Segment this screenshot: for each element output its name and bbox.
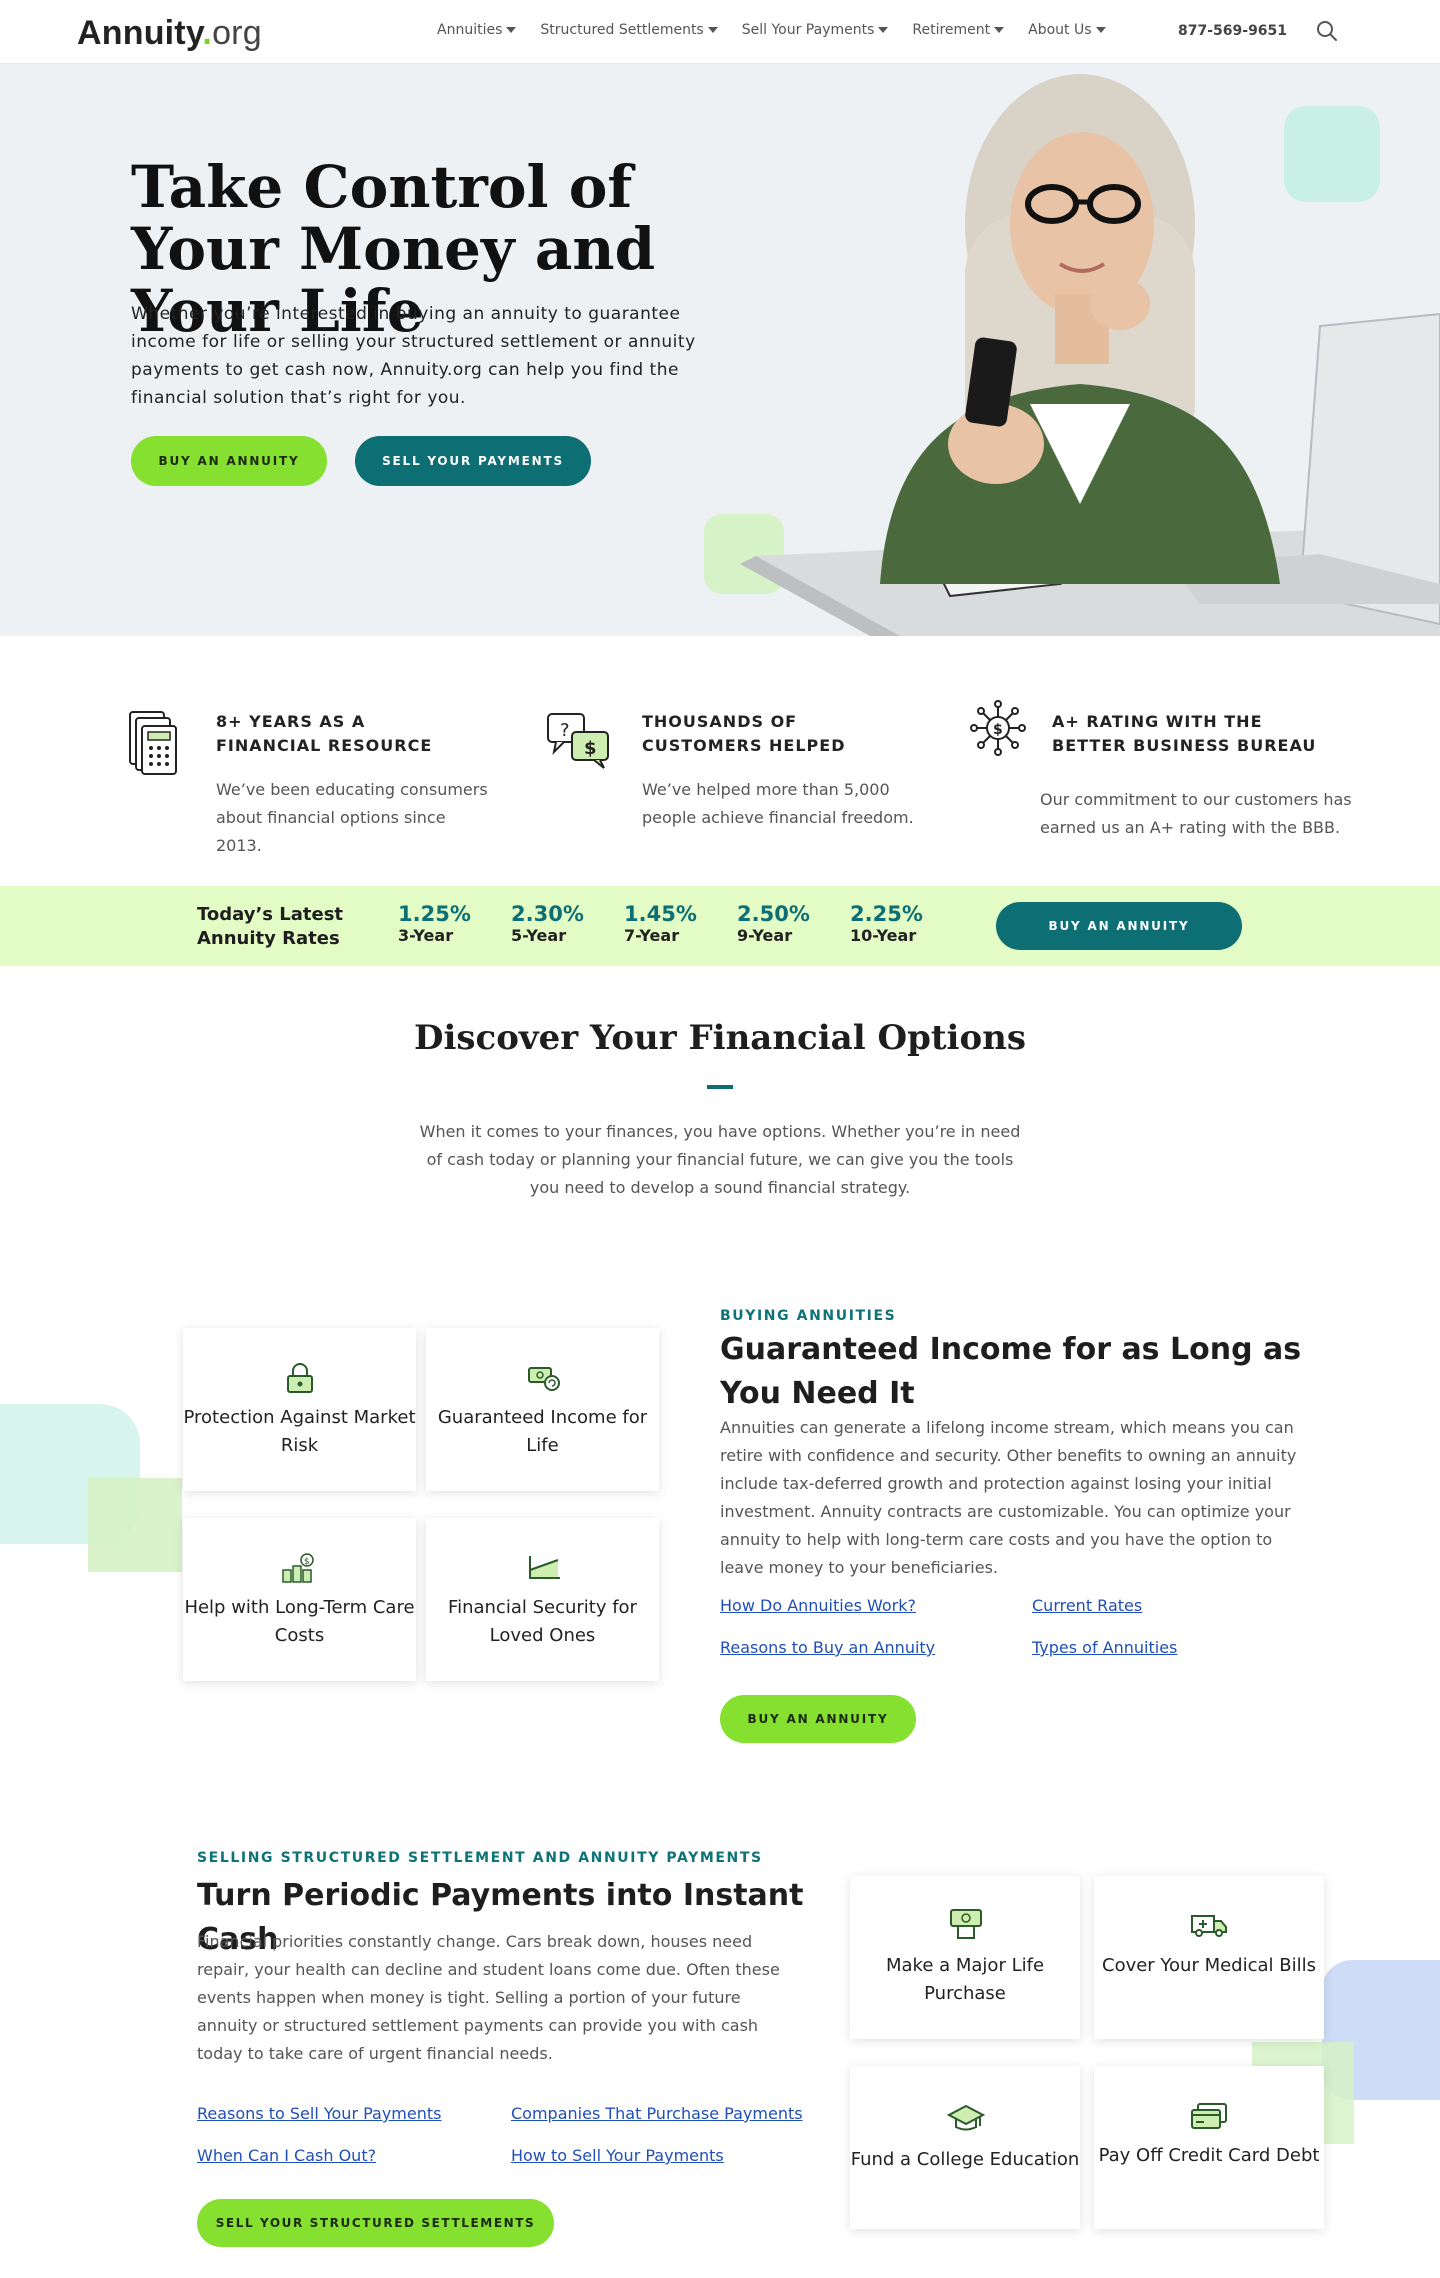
link-how-to-sell-payments[interactable]: How to Sell Your Payments: [511, 2146, 724, 2165]
caret-down-icon: [878, 27, 889, 33]
credit-card-icon: [1191, 2103, 1227, 2129]
feature-text: Our commitment to our customers has earn…: [1040, 790, 1352, 837]
nav-about-us[interactable]: About Us: [1028, 22, 1106, 38]
money-hand-icon: [950, 1909, 982, 1939]
rate-5-year: 2.30% 5-Year: [511, 902, 584, 945]
link-how-annuities-work[interactable]: How Do Annuities Work?: [720, 1596, 916, 1615]
graduation-cap-icon: [947, 2104, 985, 2131]
card-label: Fund a College Education: [850, 2149, 1080, 2170]
selling-text: Financial priorities constantly change. …: [197, 1932, 780, 2063]
card-label: Make a Major Life Purchase: [885, 1955, 1045, 2004]
ambulance-icon: [1191, 1915, 1227, 1937]
chat-question-dollar-icon: ? $: [547, 713, 609, 769]
discover-title: Discover Your Financial Options: [414, 1018, 1026, 1058]
site-logo[interactable]: Annuity.org: [77, 14, 262, 53]
link-types-of-annuities[interactable]: Types of Annuities: [1032, 1638, 1177, 1657]
card-label: Financial Security for Loved Ones: [448, 1597, 637, 1646]
caret-down-icon: [506, 27, 517, 33]
rate-7-year: 1.45% 7-Year: [624, 902, 697, 945]
rate-10-year: 2.25% 10-Year: [850, 902, 923, 945]
feature-text: We’ve been educating consumers about fin…: [216, 780, 488, 855]
link-companies-purchase-payments[interactable]: Companies That Purchase Payments: [511, 2104, 803, 2123]
card-guaranteed-income[interactable]: Guaranteed Income for Life: [426, 1328, 659, 1491]
nav-annuities[interactable]: Annuities: [437, 22, 517, 38]
caret-down-icon: [1095, 27, 1106, 33]
card-label: Cover Your Medical Bills: [1102, 1955, 1316, 1976]
card-long-term-care[interactable]: $ Help with Long-Term Care Costs: [183, 1518, 416, 1681]
buying-title: Guaranteed Income for as Long as You Nee…: [720, 1332, 1302, 1411]
search-icon[interactable]: [1316, 20, 1338, 42]
link-when-cash-out[interactable]: When Can I Cash Out?: [197, 2146, 376, 2165]
buy-annuity-button[interactable]: BUY AN ANNUITY: [131, 436, 327, 486]
card-major-purchase[interactable]: Make a Major Life Purchase: [850, 1876, 1080, 2039]
phone-number[interactable]: 877-569-9651: [1178, 23, 1287, 39]
feature-title: THOUSANDS OF CUSTOMERS HELPED: [642, 712, 846, 755]
sell-payments-button[interactable]: SELL YOUR PAYMENTS: [355, 436, 591, 486]
card-credit-card-debt[interactable]: Pay Off Credit Card Debt: [1094, 2066, 1324, 2229]
card-market-risk[interactable]: Protection Against Market Risk: [183, 1328, 416, 1491]
buying-buy-annuity-button[interactable]: BUY AN ANNUITY: [720, 1695, 916, 1743]
padlock-icon: [287, 1363, 313, 1393]
hero-text: Whether you’re interested in buying an a…: [131, 304, 696, 408]
link-reasons-buy-annuity[interactable]: Reasons to Buy an Annuity: [720, 1638, 935, 1657]
sell-structured-settlements-button[interactable]: SELL YOUR STRUCTURED SETTLEMENTS: [197, 2199, 554, 2247]
discover-text: When it comes to your finances, you have…: [419, 1122, 1021, 1197]
rate-9-year: 2.50% 9-Year: [737, 902, 810, 945]
main-nav: Annuities Structured Settlements Sell Yo…: [437, 22, 1106, 38]
card-label: Help with Long-Term Care Costs: [184, 1597, 415, 1646]
rates-title: Today’s Latest Annuity Rates: [197, 904, 344, 949]
caret-down-icon: [994, 27, 1005, 33]
calculator-icon: [129, 711, 177, 775]
hero-section: Take Control of Your Money and Your Life…: [0, 64, 1440, 636]
feature-title: 8+ YEARS AS A FINANCIAL RESOURCE: [216, 712, 433, 755]
growth-chart-icon: [529, 1556, 560, 1579]
card-label: Protection Against Market Risk: [183, 1407, 416, 1456]
feature-years: 8+ YEARS AS A FINANCIAL RESOURCE We’ve b…: [128, 710, 488, 860]
caret-down-icon: [707, 27, 718, 33]
rate-3-year: 1.25% 3-Year: [398, 902, 471, 945]
selling-eyebrow: SELLING STRUCTURED SETTLEMENT AND ANNUIT…: [197, 1850, 763, 1866]
svg-text:$: $: [584, 738, 597, 759]
rates-buy-annuity-button[interactable]: BUY AN ANNUITY: [996, 902, 1242, 950]
card-college[interactable]: Fund a College Education: [850, 2066, 1080, 2229]
card-label: Guaranteed Income for Life: [437, 1407, 648, 1456]
svg-text:?: ?: [560, 720, 570, 741]
nav-retirement[interactable]: Retirement: [912, 22, 1005, 38]
link-reasons-sell-payments[interactable]: Reasons to Sell Your Payments: [197, 2104, 441, 2123]
buying-text: Annuities can generate a lifelong income…: [720, 1418, 1297, 1577]
coin-stacks-icon: $: [282, 1553, 314, 1583]
card-label: Pay Off Credit Card Debt: [1098, 2145, 1320, 2166]
rates-bar: Today’s Latest Annuity Rates 1.25% 3-Year…: [0, 886, 1440, 966]
network-dollar-icon: $: [970, 700, 1026, 756]
nav-sell-your-payments[interactable]: Sell Your Payments: [742, 22, 889, 38]
card-financial-security[interactable]: Financial Security for Loved Ones: [426, 1518, 659, 1681]
svg-text:$: $: [993, 722, 1003, 738]
feature-text: We’ve helped more than 5,000 people achi…: [642, 780, 914, 827]
title-divider: [707, 1085, 733, 1089]
feature-rating: $ A+ RATING WITH THE BETTER BUSINESS BUR…: [970, 700, 1352, 860]
feature-title: A+ RATING WITH THE BETTER BUSINESS BUREA…: [1052, 712, 1317, 755]
buying-eyebrow: BUYING ANNUITIES: [720, 1308, 897, 1324]
site-header: Annuity.org Annuities Structured Settlem…: [0, 0, 1440, 64]
money-cycle-icon: [528, 1367, 560, 1391]
hero-woman-photo: [704, 74, 1440, 636]
link-current-rates[interactable]: Current Rates: [1032, 1596, 1142, 1615]
svg-text:$: $: [304, 1557, 310, 1567]
decorative-shape: [88, 1478, 182, 1572]
feature-customers: ? $ THOUSANDS OF CUSTOMERS HELPED We’ve …: [546, 710, 914, 860]
card-medical-bills[interactable]: Cover Your Medical Bills: [1094, 1876, 1324, 2039]
nav-structured-settlements[interactable]: Structured Settlements: [540, 22, 718, 38]
